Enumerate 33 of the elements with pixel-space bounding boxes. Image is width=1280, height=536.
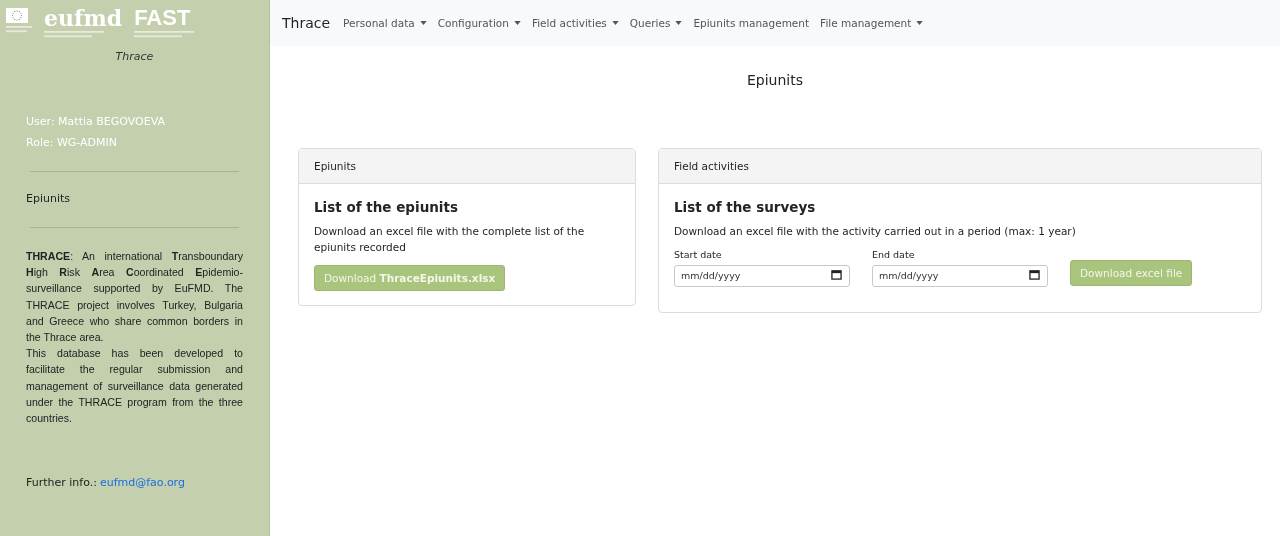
- project-name: Thrace: [114, 50, 155, 63]
- field-label: End date: [872, 249, 916, 260]
- caption-lines-drawing: [6, 26, 32, 33]
- caption-lines-drawing: [44, 31, 104, 38]
- nav-menu-item[interactable]: Epiunits management: [693, 17, 810, 29]
- section-name: Epiunits: [26, 192, 72, 205]
- nav-menu-item[interactable]: File management: [820, 17, 924, 29]
- nav-menu-item[interactable]: Personal data: [343, 17, 427, 29]
- further-info-label: Further info.:: [26, 476, 97, 490]
- card-header: Field activities: [659, 149, 1261, 184]
- about-text: This database has been developed to facilitate the regular submission and management of surveillance data generated under the THRACE program from the three countries.: [26, 346, 243, 427]
- card-header: Epiunits: [299, 149, 635, 184]
- nav-menu-item[interactable]: Configuration: [437, 17, 521, 29]
- date-field[interactable]: mm/dd/yyyy: [674, 264, 850, 287]
- user-name: User: Mattia BEGOVOEVA: [26, 115, 166, 128]
- nav-menu-item[interactable]: Queries: [629, 17, 683, 29]
- card-text: Download an excel file with the activity carried out in a period (max: 1 year): [674, 224, 1077, 239]
- caption-lines-drawing: [134, 31, 195, 38]
- field-label: Start date: [674, 249, 723, 260]
- user-role: Role: WG-ADMIN: [26, 136, 118, 149]
- card-title: List of the surveys: [674, 199, 817, 215]
- nav-menu-item[interactable]: Field activities: [531, 17, 619, 29]
- page-title: Epiunits: [745, 72, 804, 88]
- calendar-icon[interactable]: [1029, 269, 1040, 280]
- card-title: List of the epiunits: [314, 199, 459, 215]
- flag-icon: [6, 8, 28, 23]
- card-text: Download an excel file with the complete list of the epiunits recorded: [314, 224, 586, 255]
- calendar-icon[interactable]: [831, 269, 842, 280]
- about-text: THRACE: An international Transboundary High Risk Area Coordinated Epidemio-surveillance supported by EuFMD. The THRACE project involves Turkey, Bulgaria and Greece who share common borders in the Thrace area.: [26, 249, 243, 345]
- navbar-brand[interactable]: Thrace: [282, 15, 331, 31]
- logo-wordmark: FAST: [134, 8, 192, 28]
- date-field[interactable]: mm/dd/yyyy: [872, 264, 1048, 287]
- logo-wordmark: eufmd: [44, 8, 123, 28]
